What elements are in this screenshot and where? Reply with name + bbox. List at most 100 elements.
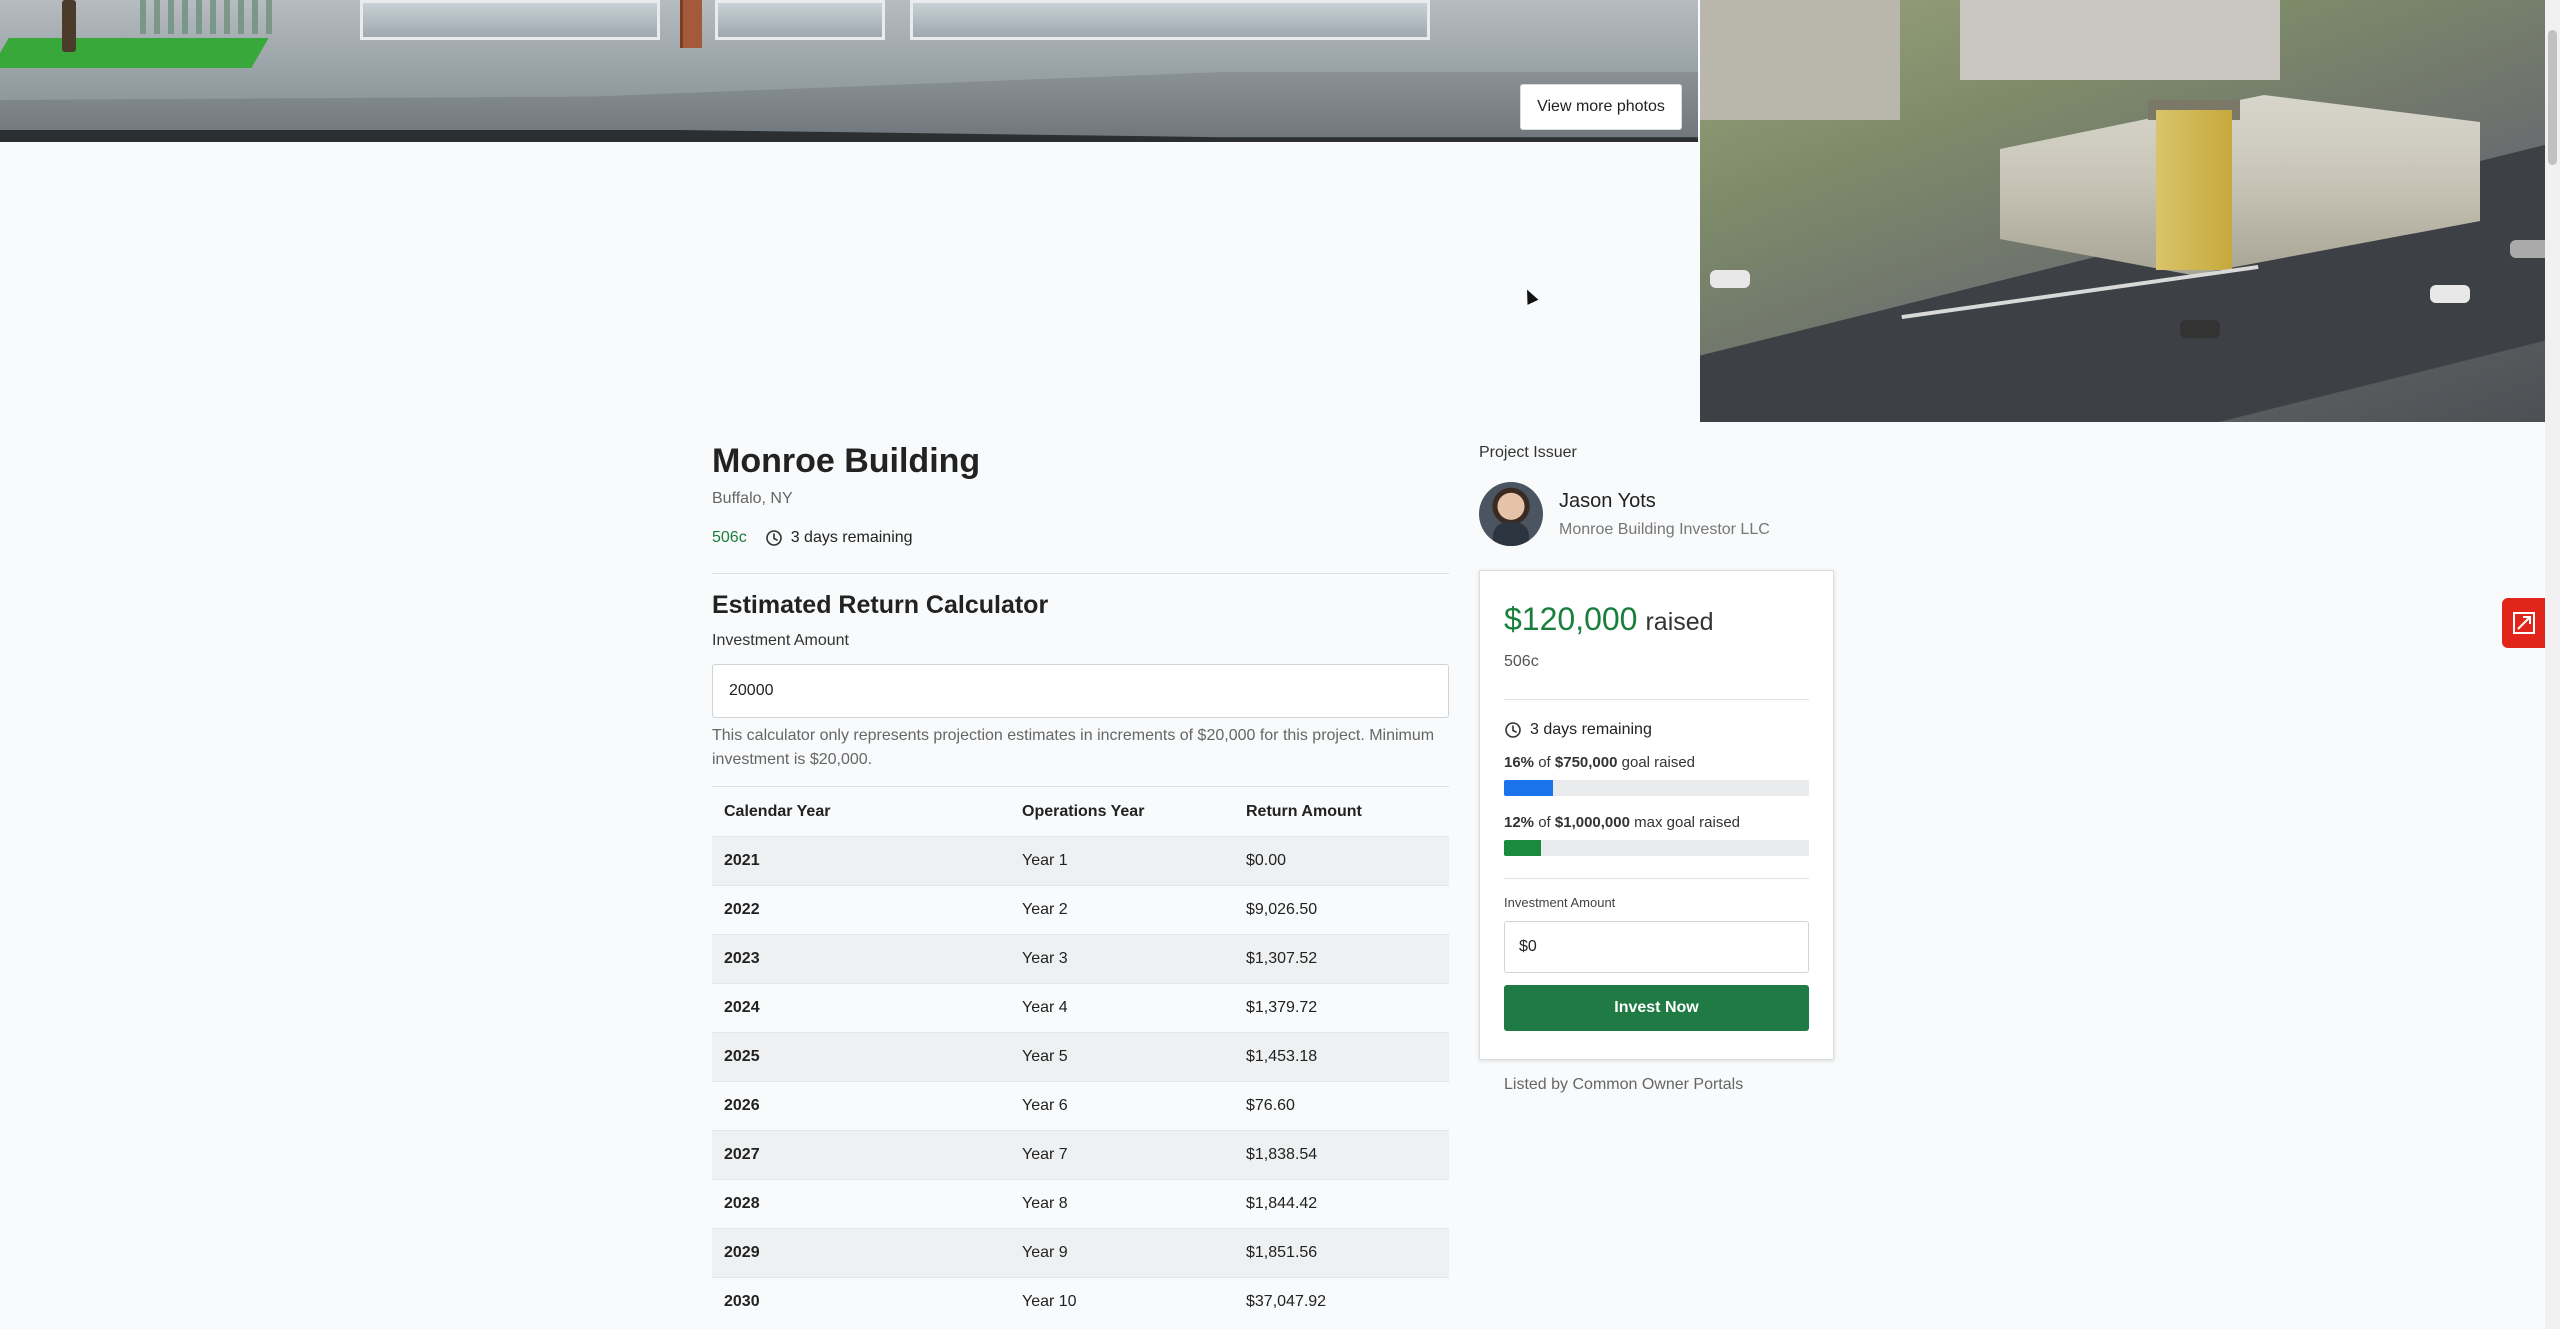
calendar-year-cell: 2030 xyxy=(712,1277,1010,1327)
table-row: 2026 Year 6 $76.60 xyxy=(712,1081,1449,1131)
operations-year-cell: Year 8 xyxy=(1010,1179,1234,1229)
table-row: 2022 Year 2 $9,026.50 xyxy=(712,885,1449,935)
car xyxy=(1710,270,1750,288)
time-remaining: 3 days remaining xyxy=(1530,721,1652,738)
investment-amount-input[interactable]: 20000 xyxy=(712,664,1449,718)
operations-year-cell: Year 10 xyxy=(1010,1277,1234,1327)
return-amount-cell: $9,026.50 xyxy=(1234,885,1449,935)
card-time-remaining-row: 3 days remaining xyxy=(1504,720,1809,740)
page-scrollbar[interactable] xyxy=(2545,0,2560,1329)
clock-icon xyxy=(765,529,783,547)
max-goal-amount: $1,000,000 xyxy=(1554,814,1630,831)
calendar-year-cell: 2025 xyxy=(712,1032,1010,1082)
car xyxy=(2430,285,2470,303)
returns-table: Calendar Year Operations Year Return Amo… xyxy=(712,786,1449,1327)
grass-area xyxy=(0,38,269,68)
max-goal-progress-text: 12% of $1,000,000 max goal raised xyxy=(1504,814,1809,832)
scrollbar-thumb[interactable] xyxy=(2548,30,2557,165)
operations-year-cell: Year 1 xyxy=(1010,836,1234,886)
avatar xyxy=(1479,482,1543,546)
investment-amount-label: Investment Amount xyxy=(712,632,849,649)
return-amount-cell: $1,453.18 xyxy=(1234,1032,1449,1082)
offering-type-tag: 506c xyxy=(712,529,747,546)
return-amount-cell: $1,379.72 xyxy=(1234,983,1449,1033)
listed-by: Listed by Common Owner Portals xyxy=(1504,1076,1744,1093)
return-amount-cell: $1,838.54 xyxy=(1234,1130,1449,1180)
neighbor-roof xyxy=(1700,0,1900,120)
goal-percent: 16% xyxy=(1504,754,1535,771)
goal-progress-bar xyxy=(1504,780,1809,796)
offering-type-tag: 506c xyxy=(1504,653,1539,670)
goal-progress-fill xyxy=(1504,780,1553,796)
neighbor-roof xyxy=(1960,0,2280,80)
goal-progress-text: 16% of $750,000 goal raised xyxy=(1504,754,1809,772)
clock-icon xyxy=(1504,721,1522,739)
calculator-note: This calculator only represents projecti… xyxy=(712,727,1435,768)
calendar-year-cell: 2028 xyxy=(712,1179,1010,1229)
calendar-year-cell: 2022 xyxy=(712,885,1010,935)
external-share-icon[interactable] xyxy=(2502,598,2545,648)
calendar-year-cell: 2029 xyxy=(712,1228,1010,1278)
card-investment-amount-label: Investment Amount xyxy=(1504,895,1616,910)
return-amount-cell: $37,047.92 xyxy=(1234,1277,1449,1327)
storefront-window xyxy=(360,0,660,40)
table-row: 2024 Year 4 $1,379.72 xyxy=(712,983,1449,1033)
calendar-year-cell: 2023 xyxy=(712,934,1010,984)
project-main: Monroe Building Buffalo, NY 506c 3 days … xyxy=(712,440,1449,1327)
calculator-title: Estimated Return Calculator xyxy=(712,591,1049,619)
table-row: 2025 Year 5 $1,453.18 xyxy=(712,1032,1449,1082)
project-location: Buffalo, NY xyxy=(712,490,793,507)
invest-now-button[interactable]: Invest Now xyxy=(1504,985,1809,1031)
operations-year-cell: Year 6 xyxy=(1010,1081,1234,1131)
goal-suffix: goal raised xyxy=(1621,754,1696,771)
raised-summary: $120,000 raised xyxy=(1504,601,1809,641)
operations-year-cell: Year 9 xyxy=(1010,1228,1234,1278)
calendar-year-cell: 2024 xyxy=(712,983,1010,1033)
table-header-row: Calendar Year Operations Year Return Amo… xyxy=(712,787,1449,837)
tower xyxy=(2156,110,2232,270)
tree-trunk xyxy=(62,0,76,52)
raised-label: raised xyxy=(1645,608,1714,636)
issuer-company: Monroe Building Investor LLC xyxy=(1559,520,1770,538)
max-goal-progress-fill xyxy=(1504,840,1541,856)
project-meta: 506c 3 days remaining xyxy=(712,528,1449,548)
max-goal-progress-bar xyxy=(1504,840,1809,856)
patio-chairs xyxy=(140,0,280,34)
calendar-year-cell: 2027 xyxy=(712,1130,1010,1180)
divider xyxy=(1504,699,1809,700)
hero-image-rendering: View more photos xyxy=(0,0,1698,142)
storefront-window xyxy=(910,0,1430,40)
card-investment-amount-input[interactable]: $0 xyxy=(1504,921,1809,973)
raised-amount: $120,000 xyxy=(1504,601,1638,637)
hero-image-aerial xyxy=(1700,0,2545,422)
divider xyxy=(1504,878,1809,879)
project-title: Monroe Building xyxy=(712,442,981,480)
operations-year-cell: Year 2 xyxy=(1010,885,1234,935)
max-goal-percent: 12% xyxy=(1504,814,1535,831)
operations-year-cell: Year 4 xyxy=(1010,983,1234,1033)
return-amount-cell: $1,851.56 xyxy=(1234,1228,1449,1278)
return-amount-cell: $1,844.42 xyxy=(1234,1179,1449,1229)
time-remaining: 3 days remaining xyxy=(790,529,913,546)
mouse-cursor xyxy=(1521,287,1539,305)
car xyxy=(2510,240,2545,258)
calendar-year-cell: 2026 xyxy=(712,1081,1010,1131)
goal-of: of xyxy=(1538,754,1551,771)
returns-table-body: 2021 Year 1 $0.00 2022 Year 2 $9,026.50 2023 Ye… xyxy=(712,836,1449,1327)
table-row: 2030 Year 10 $37,047.92 xyxy=(712,1277,1449,1327)
issuer-name: Jason Yots xyxy=(1559,489,1656,512)
operations-year-cell: Year 7 xyxy=(1010,1130,1234,1180)
project-issuer-label: Project Issuer xyxy=(1479,444,1577,461)
return-amount-cell: $0.00 xyxy=(1234,836,1449,886)
column-header-operations-year: Operations Year xyxy=(1022,802,1145,820)
investment-card: $120,000 raised 506c 3 days remaining 16… xyxy=(1479,570,1834,1060)
calendar-year-cell: 2021 xyxy=(712,836,1010,886)
table-row: 2027 Year 7 $1,838.54 xyxy=(712,1130,1449,1180)
view-more-photos-button[interactable]: View more photos xyxy=(1520,84,1682,130)
brick-pillar xyxy=(680,0,702,48)
operations-year-cell: Year 3 xyxy=(1010,934,1234,984)
goal-amount: $750,000 xyxy=(1554,754,1618,771)
table-row: 2021 Year 1 $0.00 xyxy=(712,836,1449,886)
return-amount-cell: $1,307.52 xyxy=(1234,934,1449,984)
table-row: 2023 Year 3 $1,307.52 xyxy=(712,934,1449,984)
